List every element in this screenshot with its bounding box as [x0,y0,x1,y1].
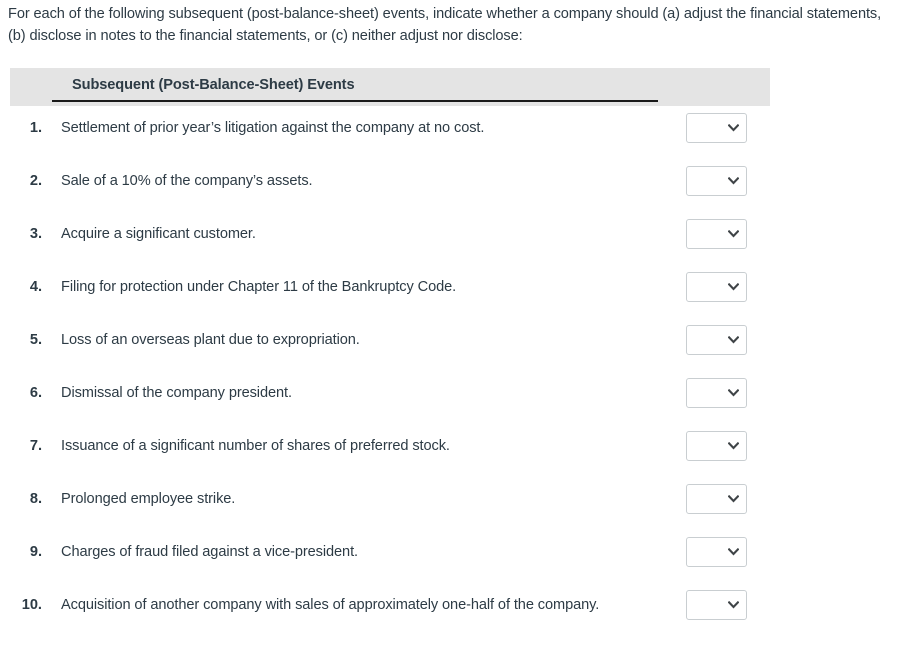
answer-cell [686,431,747,461]
answer-select-3[interactable] [686,219,747,249]
table-row: 5. Loss of an overseas plant due to expro… [0,318,918,371]
row-number: 4. [29,279,42,295]
answer-cell [686,484,747,514]
row-number: 1. [29,120,42,136]
table-body: 1. Settlement of prior year’s litigation … [0,106,918,636]
answer-select-7[interactable] [686,431,747,461]
answer-cell [686,325,747,355]
answer-cell [686,113,747,143]
answer-cell [686,219,747,249]
event-description: Issuance of a significant number of shar… [61,438,450,454]
row-number: 2. [29,173,42,189]
row-number: 7. [29,438,42,454]
column-header-subsequent-events: Subsequent (Post-Balance-Sheet) Events [72,77,355,93]
answer-select-wrapper [686,484,747,514]
answer-cell [686,272,747,302]
answer-select-5[interactable] [686,325,747,355]
answer-select-4[interactable] [686,272,747,302]
row-number: 3. [29,226,42,242]
event-description: Acquisition of another company with sale… [61,597,600,613]
answer-select-wrapper [686,325,747,355]
table-row: 10. Acquisition of another company with s… [0,583,918,636]
header-underline-divider [52,100,658,102]
answer-select-wrapper [686,378,747,408]
answer-select-wrapper [686,219,747,249]
event-description: Sale of a 10% of the company’s assets. [61,173,313,189]
answer-cell [686,590,747,620]
event-description: Filing for protection under Chapter 11 o… [61,279,457,295]
table-row: 2. Sale of a 10% of the company’s assets. [0,159,918,212]
table-row: 6. Dismissal of the company president. [0,371,918,424]
answer-select-10[interactable] [686,590,747,620]
answer-cell [686,537,747,567]
answer-select-wrapper [686,537,747,567]
table-row: 9. Charges of fraud filed against a vice-… [0,530,918,583]
answer-select-8[interactable] [686,484,747,514]
answer-select-2[interactable] [686,166,747,196]
answer-select-wrapper [686,166,747,196]
row-number: 9. [29,544,42,560]
table-row: 3. Acquire a significant customer. [0,212,918,265]
event-description: Loss of an overseas plant due to expropr… [61,332,360,348]
answer-cell [686,378,747,408]
answer-select-wrapper [686,272,747,302]
answer-cell [686,166,747,196]
answer-select-9[interactable] [686,537,747,567]
answer-select-wrapper [686,431,747,461]
answer-select-wrapper [686,113,747,143]
exercise-page: For each of the following subsequent (po… [0,0,918,650]
answer-select-6[interactable] [686,378,747,408]
event-description: Acquire a significant customer. [61,226,256,242]
table-row: 8. Prolonged employee strike. [0,477,918,530]
answer-select-1[interactable] [686,113,747,143]
row-number: 6. [29,385,42,401]
row-number: 5. [29,332,42,348]
answer-select-wrapper [686,590,747,620]
event-description: Charges of fraud filed against a vice-pr… [61,544,358,560]
table-row: 7. Issuance of a significant number of sh… [0,424,918,477]
event-description: Dismissal of the company president. [61,385,292,401]
event-description: Settlement of prior year’s litigation ag… [61,120,485,136]
instructions-paragraph: For each of the following subsequent (po… [8,6,882,44]
table-row: 4. Filing for protection under Chapter 11… [0,265,918,318]
event-description: Prolonged employee strike. [61,491,236,507]
table-row: 1. Settlement of prior year’s litigation … [0,106,918,159]
row-number: 8. [29,491,42,507]
row-number: 10. [21,597,42,613]
